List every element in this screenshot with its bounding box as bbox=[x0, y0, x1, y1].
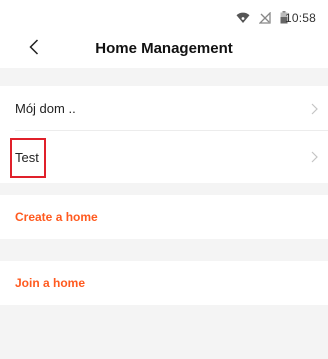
chevron-right-icon bbox=[311, 151, 318, 163]
home-row-test[interactable]: Test bbox=[0, 131, 328, 183]
status-time: 10:58 bbox=[285, 11, 317, 25]
join-home-label: Join a home bbox=[15, 276, 86, 290]
status-bar: 10:58 bbox=[0, 0, 328, 30]
home-row-label: Test bbox=[15, 149, 39, 165]
wifi-icon bbox=[236, 11, 250, 29]
home-row-label: Mój dom .. bbox=[15, 101, 76, 116]
signal-off-icon bbox=[258, 11, 271, 29]
join-home-button[interactable]: Join a home bbox=[0, 261, 328, 305]
create-home-label: Create a home bbox=[15, 210, 98, 224]
chevron-right-icon bbox=[311, 103, 318, 115]
home-row-moj-dom[interactable]: Mój dom .. bbox=[0, 86, 328, 131]
create-home-button[interactable]: Create a home bbox=[0, 195, 328, 239]
header: Home Management bbox=[0, 30, 328, 68]
status-icons bbox=[236, 11, 288, 29]
page-title: Home Management bbox=[95, 40, 233, 57]
